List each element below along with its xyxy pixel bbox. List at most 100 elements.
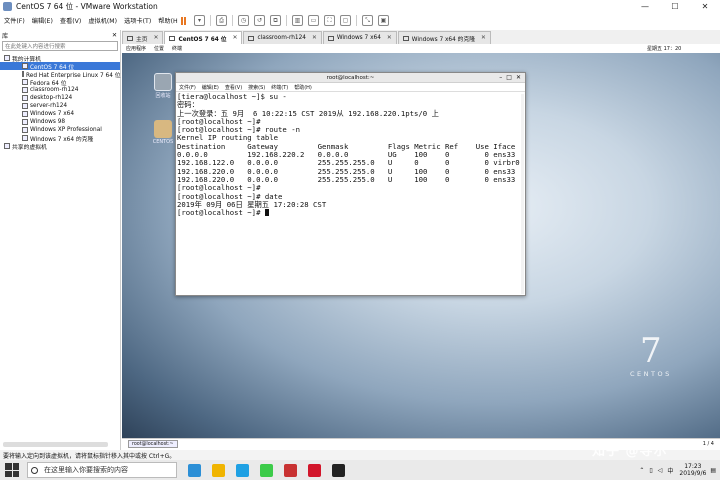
edge-icon[interactable] [188,463,201,477]
browser-icon[interactable] [236,463,249,477]
guest-applications-menu[interactable]: 应用程序 [126,45,146,52]
tree-vm-item[interactable]: classroom-rh124 [0,86,120,94]
library-panel: 库 ✕ 在此处键入内容进行搜索 我的计算机 CentOS 7 64 位 Red … [0,30,121,450]
library-scrollbar[interactable] [3,442,108,447]
dropdown-icon[interactable]: ▾ [194,15,205,26]
vm-tree: 我的计算机 CentOS 7 64 位 Red Hat Enterprise L… [0,54,121,151]
tab-centos[interactable]: CentOS 7 64 位 ✕ [164,31,243,44]
guest-clock[interactable]: 星期五 17：20 [647,45,681,52]
system-tray: ⌃ ▯ ◁ 中 17:23 2019/9/6 ▤ [639,460,720,480]
terminal-menu-edit[interactable]: 编辑(E) [202,84,219,91]
revert-snapshot-icon[interactable]: ↺ [254,15,265,26]
trash-desktop-icon[interactable]: 回收站 [152,73,174,99]
tab-windows7[interactable]: Windows 7 x64 ✕ [322,31,397,44]
home-icon [127,35,133,41]
library-view-icon[interactable]: ▥ [292,15,303,26]
host-clock[interactable]: 17:23 2019/9/6 [679,463,706,477]
guest-workspace-indicator[interactable]: 1 / 4 [703,441,714,447]
terminal-scrollbar[interactable] [521,94,524,294]
tab-windows7-clone[interactable]: Windows 7 x64 的克隆 ✕ [397,31,491,44]
menu-help[interactable]: 帮助(H) [158,16,180,25]
host-search-input[interactable]: 在这里输入你要搜索的内容 [27,462,177,478]
vm-icon [402,35,409,41]
vm-icon [22,135,28,141]
centos-wordmark: CENTOS [630,370,672,378]
terminal-output[interactable]: [tiera@localhost ~]$ su - 密码： 上一次登录：五 9月 6… [176,92,525,218]
centos-desktop-icon[interactable]: CENTOS [152,120,174,145]
vmware-icon [3,1,12,11]
terminal-maximize-icon[interactable]: □ [506,74,512,81]
terminal-menu-terminal[interactable]: 终端(T) [271,84,288,91]
windows-start-icon[interactable] [5,463,19,477]
vm-icon [22,79,28,85]
tab-close-icon[interactable]: ✕ [481,35,486,41]
guest-desktop[interactable]: 回收站 CENTOS 7 CENTOS root@localhost:~ – □… [122,53,720,438]
tree-vm-item[interactable]: Windows 7 x64 [0,110,120,118]
unity-icon[interactable]: ▢ [340,15,351,26]
computer-icon [4,55,10,61]
terminal-window[interactable]: root@localhost:~ – □ ✕ 文件(F) 编辑(E) 查看(V)… [175,72,526,296]
library-search-input[interactable]: 在此处键入内容进行搜索 [2,41,118,51]
snapshot-icon[interactable]: ◷ [238,15,249,26]
app-icon[interactable] [284,463,297,477]
tab-close-icon[interactable]: ✕ [154,35,159,41]
menu-vm[interactable]: 虚拟机(M) [88,16,117,25]
tree-vm-item[interactable]: Windows 98 [0,118,120,126]
library-close-icon[interactable]: ✕ [112,32,117,39]
tray-up-arrow-icon[interactable]: ⌃ [639,467,644,474]
notification-icon[interactable]: ▤ [710,467,716,474]
tab-close-icon[interactable]: ✕ [312,35,317,41]
terminal-menu-search[interactable]: 搜索(S) [248,84,265,91]
terminal-minimize-icon[interactable]: – [499,74,502,81]
menu-file[interactable]: 文件(F) [4,16,25,25]
vm-icon [22,71,24,77]
minimize-button[interactable]: — [630,0,660,12]
folder-icon [154,120,172,138]
centos-version-number: 7 [640,331,662,371]
tab-home[interactable]: 主页 ✕ [122,31,164,44]
netease-icon[interactable] [308,463,321,477]
console-view-icon[interactable]: ▣ [378,15,389,26]
terminal-menu-help[interactable]: 帮助(H) [294,84,312,91]
tree-vm-item[interactable]: desktop-rh124 [0,94,120,102]
tab-classroom[interactable]: classroom-rh124 ✕ [243,31,322,44]
terminal-close-icon[interactable]: ✕ [516,74,521,81]
ime-indicator[interactable]: 中 [667,466,673,475]
vm-icon [22,87,28,93]
stretch-guest-icon[interactable]: ⤡ [362,15,373,26]
tab-close-icon[interactable]: ✕ [233,35,238,41]
volume-icon[interactable]: ◁ [658,467,663,474]
file-explorer-icon[interactable] [212,463,225,477]
thumbnail-bar-icon[interactable]: ▭ [308,15,319,26]
host-search-placeholder: 在这里输入你要搜索的内容 [44,466,128,474]
wechat-icon[interactable] [260,463,273,477]
tree-vm-item[interactable]: Fedora 64 位 [0,78,120,87]
tree-vm-item[interactable]: server-rh124 [0,102,120,110]
terminal-menu-file[interactable]: 文件(F) [179,84,196,91]
tree-shared-vms[interactable]: 共享的虚拟机 [0,142,120,151]
pause-icon[interactable] [178,15,189,26]
network-icon[interactable]: ▯ [649,467,652,474]
vmware-taskbar-icon[interactable] [332,463,345,477]
menu-tabs[interactable]: 选项卡(T) [124,16,151,25]
snapshot-manager-icon[interactable]: ⧉ [270,15,281,26]
guest-terminal-menu[interactable]: 终端 [172,45,182,52]
full-screen-icon[interactable]: ⛶ [324,15,335,26]
terminal-menu-view[interactable]: 查看(V) [225,84,242,91]
toolbar-divider [356,15,357,26]
send-ctrl-alt-del-icon[interactable]: ⎙ [216,15,227,26]
guest-taskbar-terminal[interactable]: root@localhost:~ [128,440,178,448]
maximize-button[interactable]: ☐ [660,0,690,12]
host-taskbar: 在这里输入你要搜索的内容 ⌃ ▯ ◁ 中 17:23 2019/9/6 ▤ [0,460,720,480]
menu-view[interactable]: 查看(V) [60,16,81,25]
tab-close-icon[interactable]: ✕ [387,35,392,41]
vm-icon [22,119,28,125]
menu-edit[interactable]: 编辑(E) [32,16,53,25]
library-header: 库 ✕ [0,30,120,40]
close-button[interactable]: ✕ [690,0,720,12]
guest-places-menu[interactable]: 位置 [154,45,164,52]
terminal-titlebar[interactable]: root@localhost:~ – □ ✕ [176,73,525,83]
folder-label: CENTOS [152,139,174,145]
toolbar: ▾ ⎙ ◷ ↺ ⧉ ▥ ▭ ⛶ ▢ ⤡ ▣ [178,13,389,28]
terminal-menu-bar: 文件(F) 编辑(E) 查看(V) 搜索(S) 终端(T) 帮助(H) [176,83,525,92]
